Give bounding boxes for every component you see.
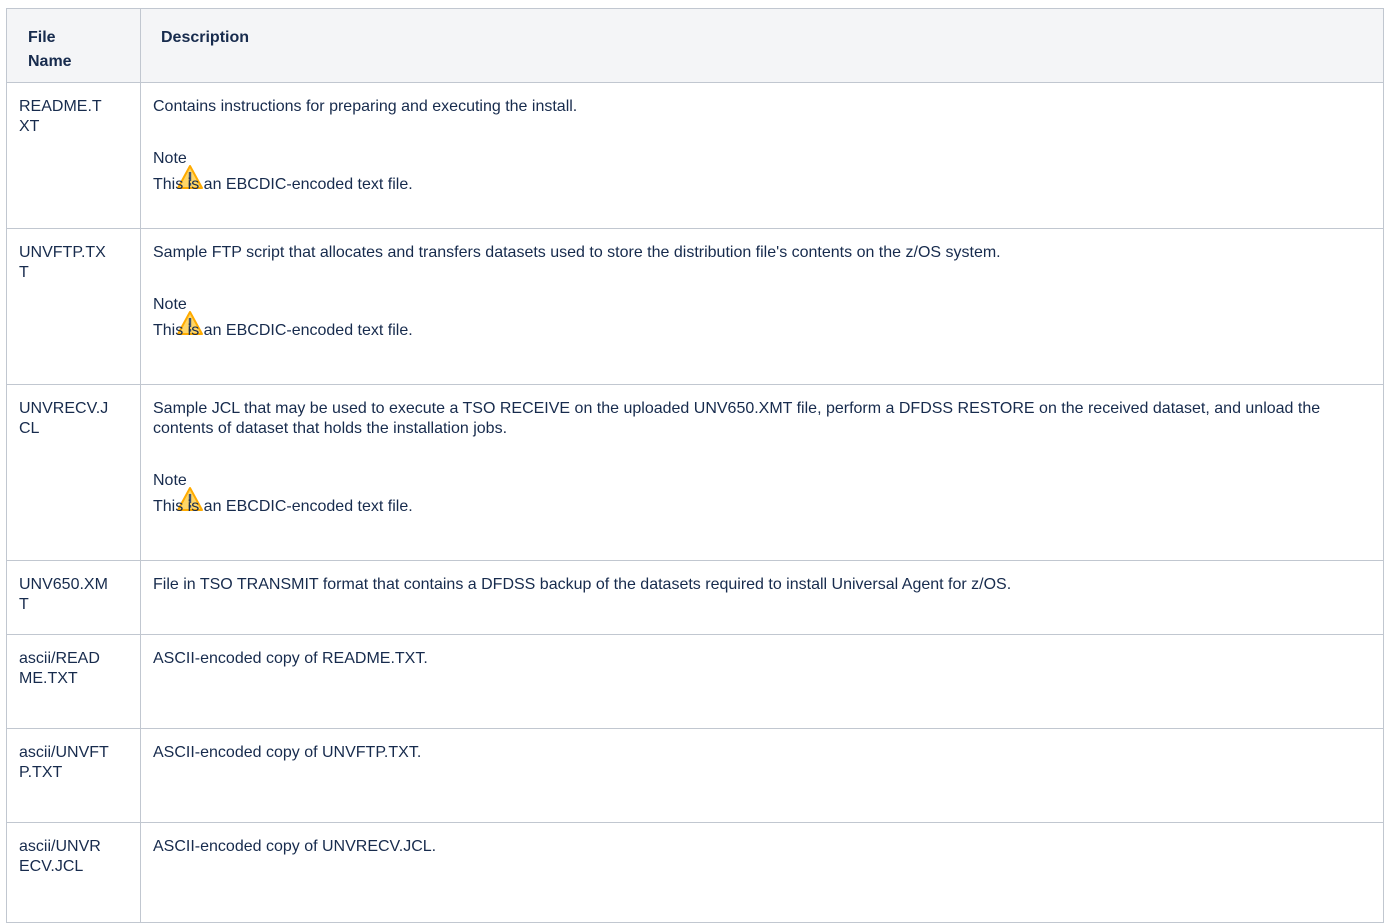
table-row: UNV650.XMT File in TSO TRANSMIT format t… (6, 560, 1384, 635)
file-name-cell: UNVRECV.JCL (6, 384, 141, 561)
note-panel: Note This is an EBCDIC-encoded text file… (153, 295, 1363, 345)
file-name: UNV650.XMT (19, 576, 108, 613)
description-text: ASCII-encoded copy of README.TXT. (153, 650, 428, 667)
file-name: ascii/UNVFTP.TXT (19, 744, 109, 781)
description-cell: ASCII-encoded copy of UNVFTP.TXT. (140, 728, 1384, 823)
file-name-cell: ascii/UNVRECV.JCL (6, 822, 141, 923)
description-cell: Sample JCL that may be used to execute a… (140, 384, 1384, 561)
file-name: UNVRECV.JCL (19, 400, 109, 437)
file-name-cell: UNVFTP.TXT (6, 228, 141, 385)
file-name-cell: README.TXT (6, 82, 141, 229)
file-name-cell: ascii/README.TXT (6, 634, 141, 729)
file-name: ascii/UNVRECV.JCL (19, 838, 101, 875)
table-row: UNVFTP.TXT Sample FTP script that alloca… (6, 228, 1384, 385)
table-header-row: File Name Description (6, 8, 1384, 83)
table-row: README.TXT Contains instructions for pre… (6, 82, 1384, 229)
column-header-description-label: Description (161, 29, 250, 46)
file-name-cell: UNV650.XMT (6, 560, 141, 635)
table-row: ascii/UNVRECV.JCL ASCII-encoded copy of … (6, 822, 1384, 923)
note-body: This is an EBCDIC-encoded text file. (153, 322, 413, 339)
description-text: File in TSO TRANSMIT format that contain… (153, 576, 1012, 593)
table-row: ascii/UNVFTP.TXT ASCII-encoded copy of U… (6, 728, 1384, 823)
description-text: Sample FTP script that allocates and tra… (153, 244, 1001, 261)
file-name: README.TXT (19, 98, 102, 135)
description-cell: File in TSO TRANSMIT format that contain… (140, 560, 1384, 635)
file-name-cell: ascii/UNVFTP.TXT (6, 728, 141, 823)
description-cell: Contains instructions for preparing and … (140, 82, 1384, 229)
column-header-description: Description (140, 8, 1384, 83)
description-text: Contains instructions for preparing and … (153, 98, 578, 115)
description-text: ASCII-encoded copy of UNVFTP.TXT. (153, 744, 422, 761)
note-panel: Note This is an EBCDIC-encoded text file… (153, 149, 1363, 199)
table-row: ascii/README.TXT ASCII-encoded copy of R… (6, 634, 1384, 729)
note-body: This is an EBCDIC-encoded text file. (153, 176, 413, 193)
description-cell: Sample FTP script that allocates and tra… (140, 228, 1384, 385)
description-text: Sample JCL that may be used to execute a… (153, 400, 1321, 437)
column-header-file-name-label: File Name (28, 29, 72, 70)
note-panel: Note This is an EBCDIC-encoded text file… (153, 471, 1363, 521)
file-name: ascii/README.TXT (19, 650, 100, 687)
table-row: UNVRECV.JCL Sample JCL that may be used … (6, 384, 1384, 561)
file-table: File Name Description README.TXT Contain… (6, 8, 1384, 923)
description-text: ASCII-encoded copy of UNVRECV.JCL. (153, 838, 437, 855)
note-body: This is an EBCDIC-encoded text file. (153, 498, 413, 515)
description-cell: ASCII-encoded copy of README.TXT. (140, 634, 1384, 729)
description-cell: ASCII-encoded copy of UNVRECV.JCL. (140, 822, 1384, 923)
file-name: UNVFTP.TXT (19, 244, 106, 281)
column-header-file-name: File Name (6, 8, 141, 83)
